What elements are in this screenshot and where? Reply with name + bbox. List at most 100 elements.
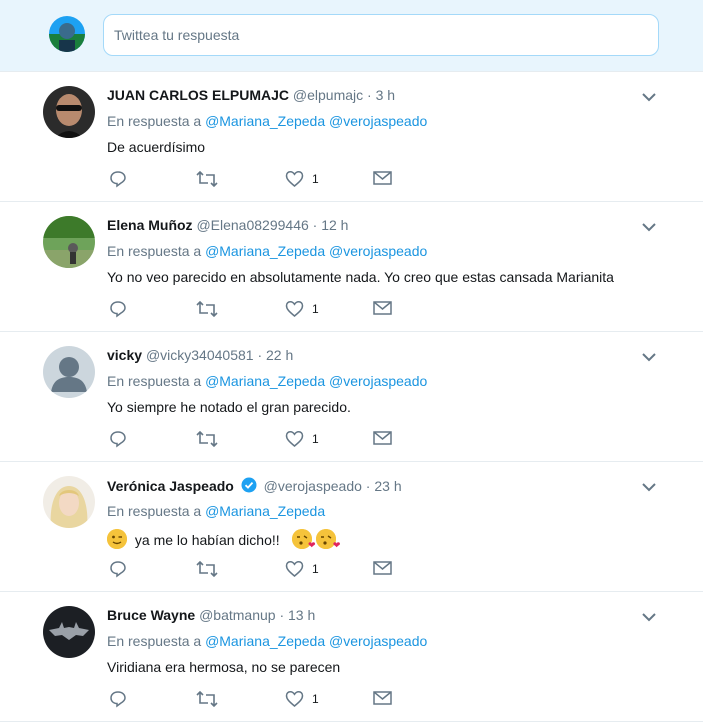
heart-icon: [285, 171, 304, 187]
reply-mentions[interactable]: @Mariana_Zepeda @verojaspeado: [205, 243, 427, 259]
tweet-text: De acuerdísimo: [107, 139, 206, 155]
avatar[interactable]: [43, 216, 95, 268]
tweet[interactable]: Bruce Wayne @batmanup · 13 h En respuest…: [0, 592, 703, 722]
heart-icon: [285, 301, 304, 317]
reply-icon[interactable]: [109, 300, 127, 318]
like-count: 1: [312, 172, 319, 186]
reply-context: En respuesta a @Mariana_Zepeda: [107, 503, 325, 519]
timestamp[interactable]: 23 h: [374, 478, 401, 494]
chevron-down-icon[interactable]: [641, 349, 657, 370]
separator-dot: ·: [257, 347, 263, 363]
username[interactable]: @batmanup: [199, 607, 275, 623]
chevron-down-icon[interactable]: [641, 89, 657, 110]
reply-mentions[interactable]: @Mariana_Zepeda @verojaspeado: [205, 633, 427, 649]
retweet-icon[interactable]: [196, 690, 218, 708]
direct-message-icon[interactable]: [373, 690, 392, 706]
tweet[interactable]: Verónica Jaspeado @verojaspeado · 23 h E…: [0, 462, 703, 592]
reply-context: En respuesta a @Mariana_Zepeda @verojasp…: [107, 113, 427, 129]
username[interactable]: @Elena08299446: [196, 217, 308, 233]
reply-prefix: En respuesta a: [107, 633, 202, 649]
direct-message-icon[interactable]: [373, 560, 392, 576]
tweet-header: Verónica Jaspeado @verojaspeado · 23 h: [107, 477, 402, 496]
like-button[interactable]: 1: [285, 170, 319, 188]
timestamp[interactable]: 22 h: [266, 347, 293, 363]
display-name[interactable]: vicky: [107, 347, 142, 363]
like-count: 1: [312, 432, 319, 446]
heart-icon: [285, 561, 304, 577]
avatar[interactable]: [43, 346, 95, 398]
tweet-actions: 1: [107, 300, 407, 320]
separator-dot: ·: [279, 607, 285, 623]
display-name[interactable]: Elena Muñoz: [107, 217, 193, 233]
tweet-actions: 1: [107, 560, 407, 580]
display-name[interactable]: Bruce Wayne: [107, 607, 195, 623]
direct-message-icon[interactable]: [373, 170, 392, 186]
retweet-icon[interactable]: [196, 560, 218, 578]
timestamp[interactable]: 12 h: [321, 217, 348, 233]
reply-icon[interactable]: [109, 690, 127, 708]
display-name[interactable]: JUAN CARLOS ELPUMAJC: [107, 87, 289, 103]
face-blowing-kiss-emoji-icon: [291, 529, 316, 551]
tweet-header: Elena Muñoz @Elena08299446 · 12 h: [107, 217, 348, 233]
display-name[interactable]: Verónica Jaspeado: [107, 478, 234, 494]
tweet-text: Yo siempre he notado el gran parecido.: [107, 399, 351, 415]
reply-prefix: En respuesta a: [107, 373, 202, 389]
reply-context: En respuesta a @Mariana_Zepeda @verojasp…: [107, 633, 427, 649]
reply-input[interactable]: Twittea tu respuesta: [103, 14, 659, 56]
separator-dot: ·: [367, 87, 372, 103]
chevron-down-icon[interactable]: [641, 609, 657, 630]
reply-prefix: En respuesta a: [107, 243, 202, 259]
retweet-icon[interactable]: [196, 170, 218, 188]
heart-icon: [285, 691, 304, 707]
separator-dot: ·: [365, 478, 371, 494]
username[interactable]: @vicky34040581: [146, 347, 254, 363]
face-blowing-kiss-emoji-icon: [316, 529, 340, 551]
tweet[interactable]: JUAN CARLOS ELPUMAJC @elpumajc · 3 h En …: [0, 72, 703, 202]
username[interactable]: @verojaspeado: [264, 478, 362, 494]
direct-message-icon[interactable]: [373, 300, 392, 316]
reply-context: En respuesta a @Mariana_Zepeda @verojasp…: [107, 373, 427, 389]
tweet[interactable]: vicky @vicky34040581 · 22 h En respuesta…: [0, 332, 703, 462]
heart-icon: [285, 431, 304, 447]
reply-prefix: En respuesta a: [107, 503, 202, 519]
tweet-header: vicky @vicky34040581 · 22 h: [107, 347, 293, 363]
reply-icon[interactable]: [109, 170, 127, 188]
reply-mentions[interactable]: @Mariana_Zepeda @verojaspeado: [205, 373, 427, 389]
tweet-text: Viridiana era hermosa, no se parecen: [107, 659, 341, 675]
reply-icon[interactable]: [109, 560, 127, 578]
reply-mentions[interactable]: @Mariana_Zepeda: [205, 503, 325, 519]
tweet-text: ya me lo habían dicho!!: [134, 532, 280, 548]
reply-icon[interactable]: [109, 430, 127, 448]
retweet-icon[interactable]: [196, 300, 218, 318]
tweet-actions: 1: [107, 430, 407, 450]
avatar[interactable]: [43, 86, 95, 138]
tweet-actions: 1: [107, 690, 407, 710]
chevron-down-icon[interactable]: [641, 479, 657, 500]
verified-badge-icon: [241, 477, 257, 496]
user-avatar-icon[interactable]: [49, 16, 85, 52]
tweet-text: Yo no veo parecido en absolutamente nada…: [107, 269, 614, 285]
like-count: 1: [312, 302, 319, 316]
retweet-icon[interactable]: [196, 430, 218, 448]
timestamp[interactable]: 3 h: [376, 87, 395, 103]
reply-mentions[interactable]: @Mariana_Zepeda @verojaspeado: [205, 113, 427, 129]
avatar[interactable]: [43, 476, 95, 528]
chevron-down-icon[interactable]: [641, 219, 657, 240]
username[interactable]: @elpumajc: [293, 87, 363, 103]
tweet[interactable]: Elena Muñoz @Elena08299446 · 12 h En res…: [0, 202, 703, 332]
winking-face-emoji-icon: [107, 529, 127, 549]
reply-compose-bar: Twittea tu respuesta: [0, 0, 703, 72]
like-count: 1: [312, 692, 319, 706]
like-button[interactable]: 1: [285, 430, 319, 448]
timestamp[interactable]: 13 h: [288, 607, 315, 623]
tweet-header: JUAN CARLOS ELPUMAJC @elpumajc · 3 h: [107, 87, 395, 103]
avatar[interactable]: [43, 606, 95, 658]
like-button[interactable]: 1: [285, 690, 319, 708]
tweet-actions: 1: [107, 170, 407, 190]
like-button[interactable]: 1: [285, 300, 319, 318]
reply-prefix: En respuesta a: [107, 113, 202, 129]
tweet-header: Bruce Wayne @batmanup · 13 h: [107, 607, 315, 623]
direct-message-icon[interactable]: [373, 430, 392, 446]
like-button[interactable]: 1: [285, 560, 319, 578]
like-count: 1: [312, 562, 319, 576]
